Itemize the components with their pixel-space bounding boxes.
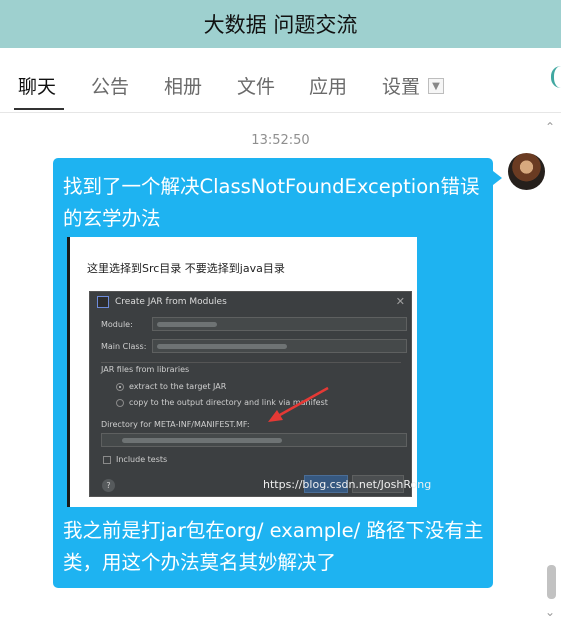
window-title: 大数据 问题交流 [203, 13, 358, 37]
tab-settings[interactable]: 设置 [382, 72, 420, 99]
scrollbar-thumb[interactable] [547, 565, 556, 599]
arrow-shaft [277, 386, 329, 418]
chevron-down-icon[interactable]: ▼ [428, 78, 444, 94]
message-text-top: 找到了一个解决ClassNotFoundException错误的玄学办法 [63, 175, 480, 230]
tab-files[interactable]: 文件 [237, 72, 275, 99]
chevron-down-icon[interactable]: ⌄ [545, 605, 555, 619]
tab-chat[interactable]: 聊天 [18, 72, 56, 99]
red-arrow-annotation [268, 386, 329, 422]
message-timestamp: 13:52:50 [251, 133, 310, 148]
chevron-up-icon[interactable]: ⌃ [545, 120, 555, 134]
avatar[interactable] [508, 153, 545, 190]
tab-bar: 聊天 公告 相册 文件 应用 设置 [0, 48, 561, 113]
message-text-bottom: 我之前是打jar包在org/ example/ 路径下没有主类，用这个办法莫名其… [63, 519, 484, 574]
embedded-caption: 这里选择到Src目录 不要选择到java目录 [87, 262, 285, 275]
tab-announcements[interactable]: 公告 [91, 72, 129, 99]
tab-album[interactable]: 相册 [164, 72, 202, 99]
tab-apps[interactable]: 应用 [309, 72, 347, 99]
bubble-tail [493, 171, 502, 185]
embedded-screenshot[interactable]: 这里选择到Src目录 不要选择到java目录 Create JAR from M… [67, 237, 431, 507]
jar-dialog: Create JAR from Modules ✕ Module: Main C… [89, 291, 412, 497]
active-tab-indicator [14, 108, 64, 110]
arrow-head [268, 410, 283, 422]
watermark-text: https://blog.csdn.net/JoshRong [263, 478, 432, 491]
window-title-bar: 大数据 问题交流 [0, 0, 561, 48]
